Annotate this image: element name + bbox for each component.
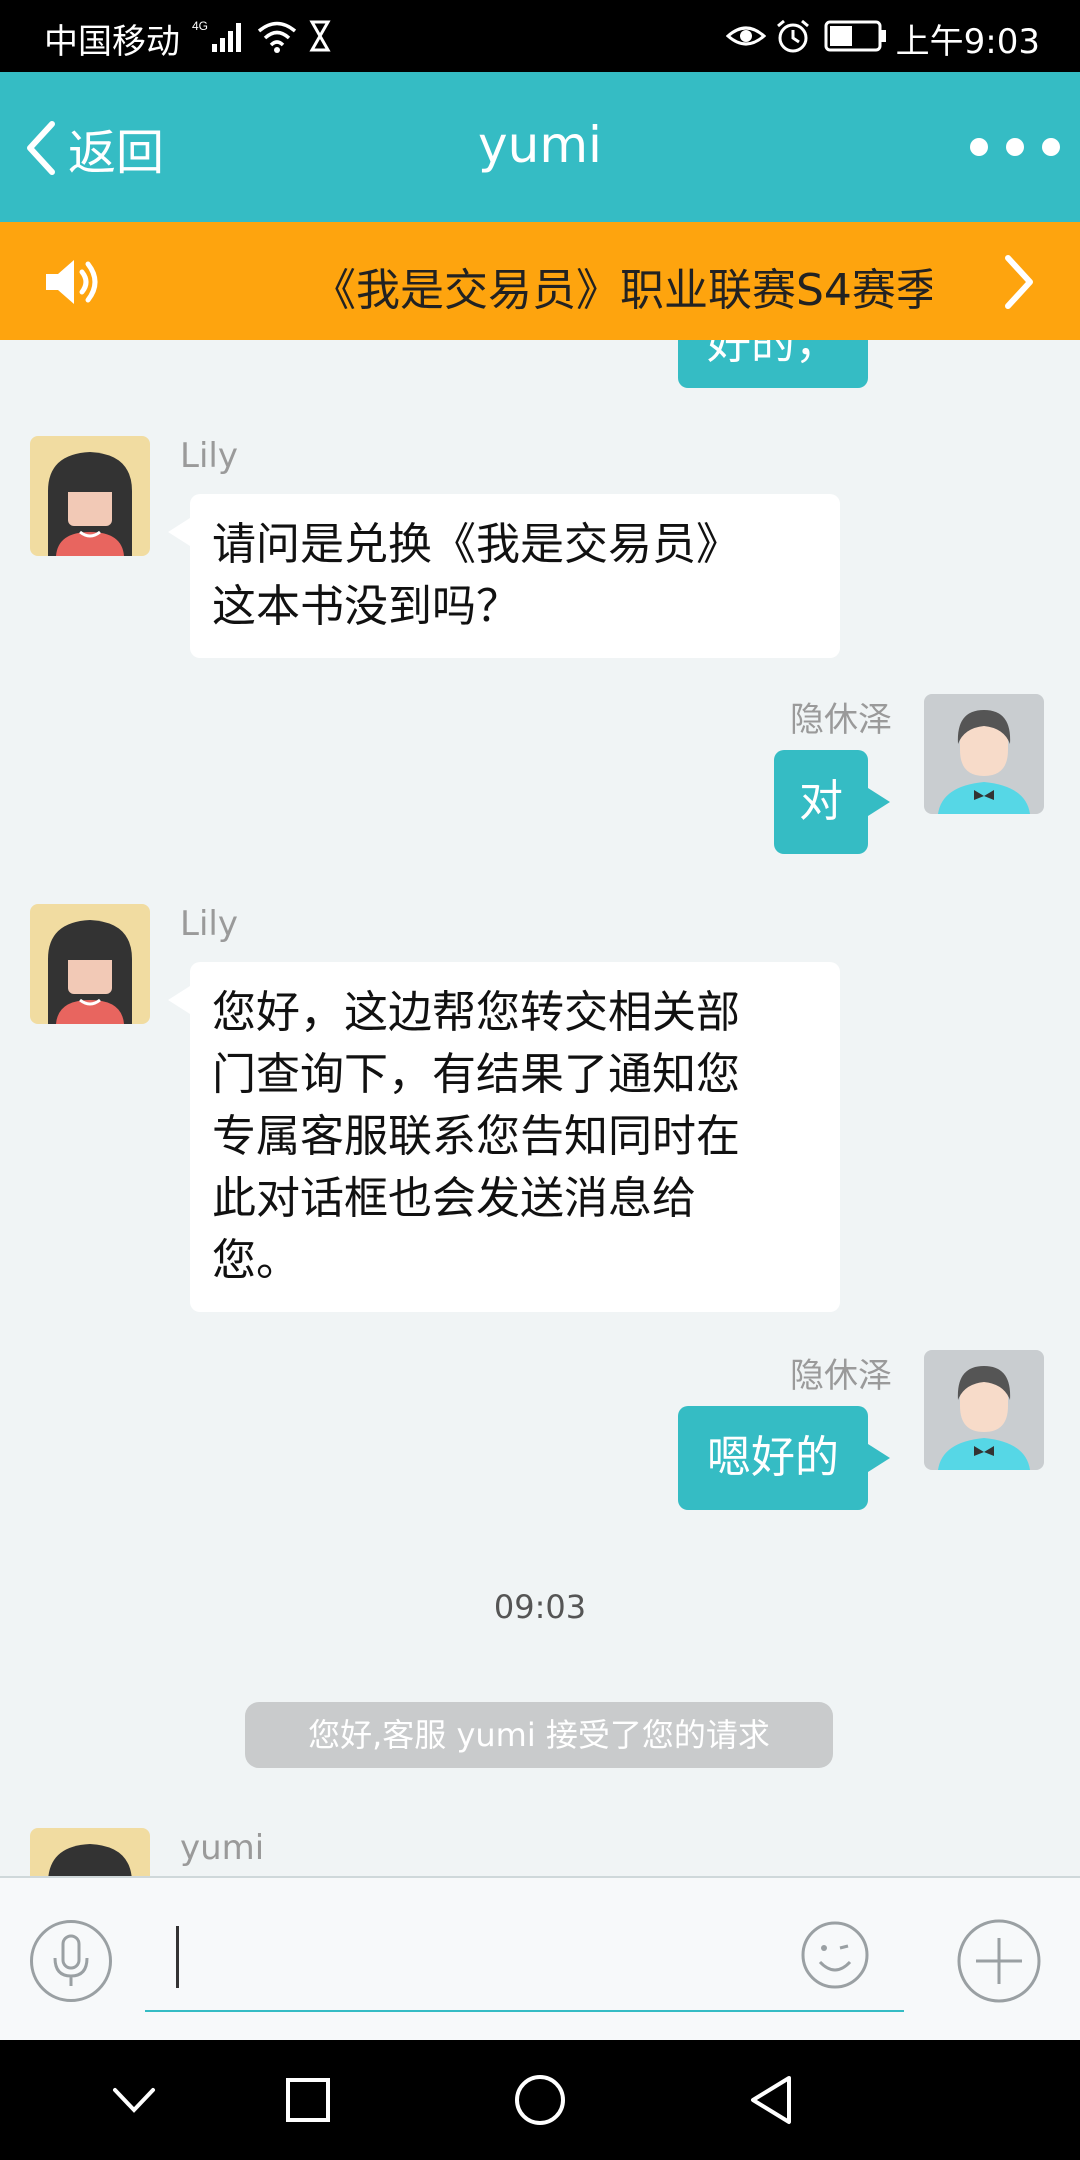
chat-title: yumi xyxy=(478,116,602,174)
message-bubble-outgoing: 对 xyxy=(774,750,868,854)
speaker-icon xyxy=(46,260,98,304)
message-bubble-incoming: 您好，这边帮您转交相关部 门查询下，有结果了通知您 专属客服联系您告知同时在 此… xyxy=(190,962,840,1312)
message-line: 您好，这边帮您转交相关部 xyxy=(212,987,740,1038)
add-button[interactable] xyxy=(956,1918,1042,2004)
agent-avatar[interactable] xyxy=(30,1828,150,1876)
hourglass-icon xyxy=(309,20,331,52)
message-bubble-outgoing: 好的， xyxy=(678,340,868,388)
message-timestamp: 09:03 xyxy=(493,1588,587,1626)
bubble-tail xyxy=(168,518,190,546)
chevron-right-icon xyxy=(1005,255,1033,309)
sender-name: 隐休泽 xyxy=(790,1356,892,1396)
message-line: 请问是兑换《我是交易员》 xyxy=(212,519,740,570)
message-line: 专属客服联系您告知同时在 xyxy=(212,1111,740,1162)
network-type-label: 4G xyxy=(192,19,208,33)
bubble-tail xyxy=(868,1444,890,1472)
message-bubble-outgoing: 嗯好的 xyxy=(678,1406,868,1510)
more-dot-icon xyxy=(1006,138,1024,156)
girl-avatar-icon xyxy=(30,904,150,1024)
sender-name: yumi xyxy=(180,1828,265,1868)
home-button[interactable] xyxy=(500,2060,580,2140)
clock: 上午9:03 xyxy=(895,22,1040,62)
bubble-tail xyxy=(868,788,890,816)
user-avatar[interactable] xyxy=(924,694,1044,814)
lily-avatar[interactable] xyxy=(30,904,150,1024)
sender-name: Lily xyxy=(180,904,238,944)
chevron-down-icon xyxy=(113,2088,155,2113)
man-avatar-icon xyxy=(924,1350,1044,1470)
sender-name: 隐休泽 xyxy=(790,700,892,740)
status-bar: 中国移动 4G 上午9:03 xyxy=(0,0,1080,72)
wifi-icon xyxy=(257,21,297,53)
chat-header: 返回 yumi xyxy=(0,72,1080,222)
bubble-tail xyxy=(168,986,190,1014)
recent-apps-button[interactable] xyxy=(268,2060,348,2140)
user-avatar[interactable] xyxy=(924,1350,1044,1470)
message-line: 这本书没到吗？ xyxy=(212,581,520,632)
plus-circle-icon xyxy=(957,1919,1041,2003)
voice-button[interactable] xyxy=(30,1920,112,2002)
more-dot-icon xyxy=(970,138,988,156)
emoji-button[interactable] xyxy=(800,1920,870,1990)
microphone-icon xyxy=(53,1934,89,1986)
circle-icon xyxy=(515,2075,565,2125)
square-icon xyxy=(286,2078,330,2122)
battery-icon xyxy=(824,20,886,52)
message-line: 此对话框也会发送消息给 xyxy=(212,1173,696,1224)
chat-area[interactable]: 好的， Lily 请问是兑换《我是交易员》 这本书没到吗？ 隐休泽 对 Lily… xyxy=(0,340,1080,1876)
signal-icon: 4G xyxy=(192,19,241,52)
more-options-button[interactable] xyxy=(970,122,1060,172)
notice-text: 《我是交易员》职业联赛S4赛季开 xyxy=(312,265,932,316)
system-message: 您好,客服 yumi 接受了您的请求 xyxy=(245,1702,833,1768)
girl-avatar-icon xyxy=(30,1828,150,1876)
text-caret xyxy=(176,1926,179,1988)
emoji-icon xyxy=(801,1921,869,1989)
message-input[interactable] xyxy=(145,1898,904,2012)
back-nav-button[interactable] xyxy=(730,2060,810,2140)
notice-banner[interactable]: 《我是交易员》职业联赛S4赛季开 xyxy=(0,222,1080,340)
message-line: 您。 xyxy=(212,1235,300,1286)
triangle-back-icon xyxy=(751,2076,791,2124)
man-avatar-icon xyxy=(924,694,1044,814)
lily-avatar[interactable] xyxy=(30,436,150,556)
girl-avatar-icon xyxy=(30,436,150,556)
carrier-label: 中国移动 xyxy=(44,22,180,62)
eye-icon xyxy=(726,26,766,46)
hide-keyboard-button[interactable] xyxy=(94,2060,174,2140)
input-bar xyxy=(0,1876,1080,2042)
alarm-icon xyxy=(777,19,809,53)
system-nav-bar xyxy=(0,2040,1080,2160)
sender-name: Lily xyxy=(180,436,238,476)
message-line: 门查询下，有结果了通知您 xyxy=(212,1049,740,1100)
message-bubble-incoming: 请问是兑换《我是交易员》 这本书没到吗？ xyxy=(190,494,840,658)
more-dot-icon xyxy=(1042,138,1060,156)
